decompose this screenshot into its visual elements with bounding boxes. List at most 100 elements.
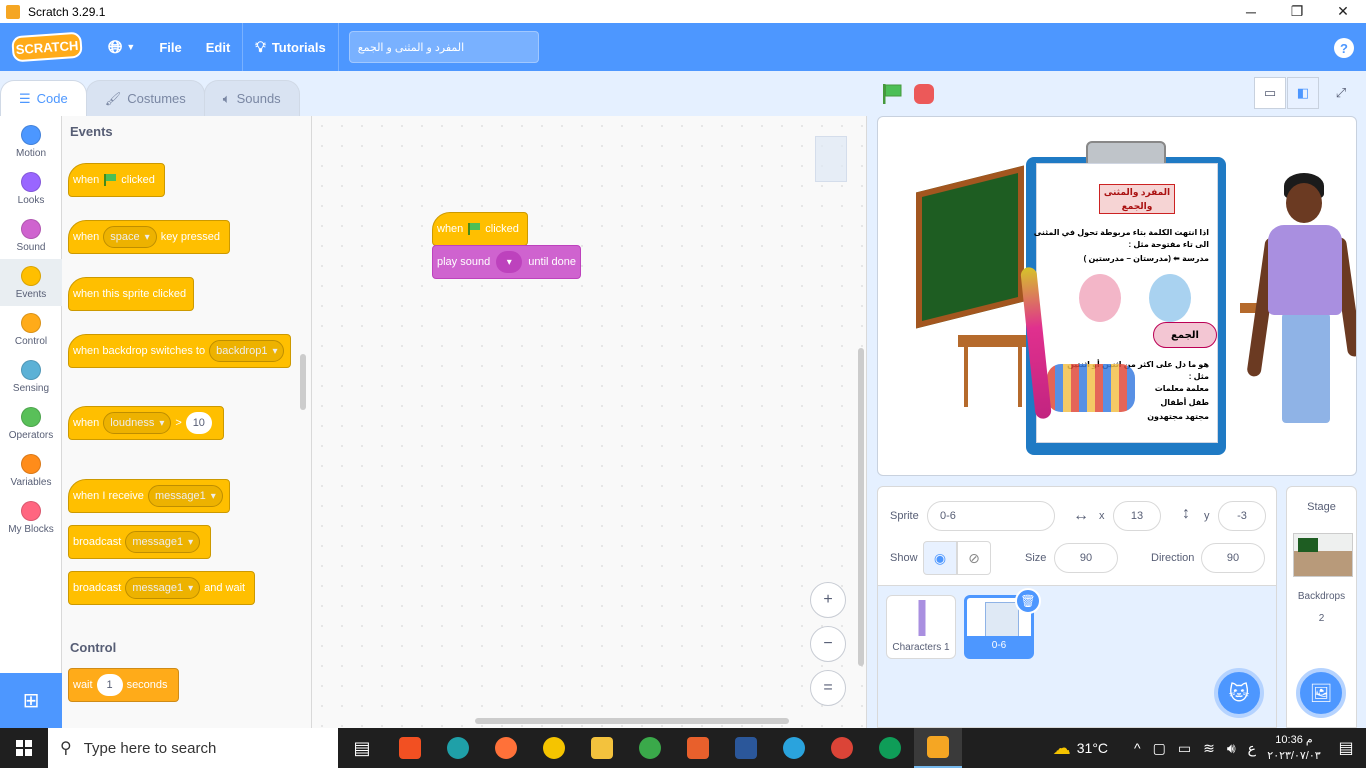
sprite-name-input[interactable]: 0-6 [927, 501, 1055, 531]
telegram-app[interactable] [770, 728, 818, 768]
tab-sounds[interactable]: 🔈︎ Sounds [203, 80, 300, 116]
battery-icon[interactable]: ▭ [1178, 740, 1191, 757]
category-motion[interactable]: Motion [0, 118, 62, 165]
category-sensing[interactable]: Sensing [0, 353, 62, 400]
receive-dropdown[interactable]: message1 [147, 485, 223, 507]
small-stage-button[interactable]: ▭ [1254, 77, 1286, 109]
category-my-blocks[interactable]: My Blocks [0, 494, 62, 541]
vlc-like-app[interactable] [530, 728, 578, 768]
block-when-sprite-clicked[interactable]: when this sprite clicked [68, 277, 194, 311]
scratch-logo[interactable]: SCRATCH [11, 31, 83, 63]
firefox-app[interactable] [482, 728, 530, 768]
task-view-button[interactable]: ▤ [338, 728, 386, 768]
globe-app[interactable] [626, 728, 674, 768]
category-looks[interactable]: Looks [0, 165, 62, 212]
script-vertical-scrollbar[interactable] [858, 348, 864, 666]
normal-stage-icon: ◧ [1296, 85, 1310, 100]
loudness-dropdown[interactable]: loudness [103, 412, 172, 434]
chrome-app[interactable] [818, 728, 866, 768]
palette-scrollbar[interactable] [300, 354, 306, 410]
worksheet-text: طفل أطفال [1160, 398, 1209, 407]
start-button[interactable] [0, 728, 48, 768]
sprite-card-characters-1[interactable]: Characters 1 [886, 595, 956, 659]
broadcast-wait-dropdown[interactable]: message1 [125, 577, 201, 599]
sprite-name: 0-6 [967, 636, 1031, 656]
zoom-reset-button[interactable]: = [810, 670, 846, 706]
maximize-button[interactable]: ❐ [1274, 0, 1320, 23]
script-area[interactable]: when clicked play sound ▾ until done + −… [312, 116, 867, 728]
weather-temp[interactable]: 31°C [1077, 740, 1108, 756]
script-when-flag-clicked[interactable]: when clicked [432, 212, 528, 246]
normal-stage-button[interactable]: ◧ [1287, 77, 1319, 109]
hide-sprite-button[interactable]: ⊘ [957, 541, 991, 575]
word-app[interactable] [722, 728, 770, 768]
block-broadcast[interactable]: broadcast message1 [68, 525, 211, 559]
wait-input[interactable]: 1 [96, 674, 123, 696]
volume-icon[interactable]: 🔊︎ [1227, 740, 1236, 757]
fullscreen-button[interactable]: ⤢ [1325, 77, 1357, 109]
choose-sprite-button[interactable]: 🐱︎ [1214, 668, 1264, 718]
tab-costumes[interactable]: 🖌︎ Costumes [85, 80, 205, 116]
block-wait-seconds[interactable]: wait 1 seconds [68, 668, 179, 702]
clock[interactable]: 10:36 م ٢٠٢٣/٠٧/٠٣ [1262, 732, 1326, 764]
stop-button[interactable] [914, 84, 934, 104]
help-icon[interactable]: ? [1334, 38, 1354, 58]
zoom-in-button[interactable]: + [810, 582, 846, 618]
menu-bar: SCRATCH 🌐︎ ▼ File Edit 💡︎ Tutorials المف… [0, 23, 1366, 71]
block-when-flag-clicked[interactable]: when clicked [68, 163, 165, 197]
block-when-i-receive[interactable]: when I receive message1 [68, 479, 230, 513]
backdrop-thumbnail [1293, 533, 1353, 577]
notifications-icon[interactable]: ▤ [1326, 738, 1366, 758]
direction-input[interactable]: 90 [1201, 543, 1265, 573]
category-events[interactable]: Events [0, 259, 62, 306]
minimize-button[interactable]: ─ [1228, 0, 1274, 23]
script-horizontal-scrollbar[interactable] [475, 718, 789, 724]
script-play-sound-until-done[interactable]: play sound ▾ until done [432, 245, 581, 279]
taskbar-search[interactable]: ⚲ Type here to search [48, 728, 338, 768]
chevron-up-icon[interactable]: ^ [1134, 740, 1141, 756]
file-menu[interactable]: File [147, 23, 193, 71]
block-when-key-pressed[interactable]: when space key pressed [68, 220, 230, 254]
size-input[interactable]: 90 [1054, 543, 1118, 573]
language-menu[interactable]: 🌐︎ ▼ [96, 23, 147, 71]
tab-code[interactable]: ☰ Code [0, 80, 87, 116]
category-operators[interactable]: Operators [0, 400, 62, 447]
close-button[interactable]: ✕ [1320, 0, 1366, 23]
block-when-loudness[interactable]: when loudness > 10 [68, 406, 224, 440]
sound-dropdown[interactable]: ▾ [496, 251, 523, 273]
chrome-app-2[interactable] [866, 728, 914, 768]
key-dropdown[interactable]: space [103, 226, 157, 248]
tutorials-menu[interactable]: 💡︎ Tutorials [243, 23, 337, 71]
y-input[interactable]: -3 [1218, 501, 1266, 531]
green-flag-button[interactable] [880, 82, 904, 106]
block-when-backdrop-switches[interactable]: when backdrop switches to backdrop1 [68, 334, 291, 368]
category-control[interactable]: Control [0, 306, 62, 353]
sprite-list: Characters 1 0-6 [877, 586, 1277, 728]
delete-sprite-button[interactable]: 🗑︎ [1015, 588, 1041, 614]
edge-app[interactable] [434, 728, 482, 768]
desk-image [958, 335, 1028, 347]
store-app[interactable] [386, 728, 434, 768]
add-extension-button[interactable]: ⊞ [0, 673, 62, 728]
block-broadcast-and-wait[interactable]: broadcast message1 and wait [68, 571, 255, 605]
category-sound[interactable]: Sound [0, 212, 62, 259]
project-title-input[interactable]: المفرد و المثنى و الجمع [348, 31, 539, 63]
input-language[interactable]: ع [1248, 740, 1256, 757]
device-icon[interactable]: ▢ [1153, 740, 1166, 757]
zoom-out-button[interactable]: − [810, 626, 846, 662]
x-input[interactable]: 13 [1113, 501, 1161, 531]
scratch-app[interactable] [914, 728, 962, 768]
stage-canvas[interactable]: المفرد والمثنى والجمع اذا انتهت الكلمة ب… [877, 116, 1357, 476]
block-text: clicked [121, 174, 155, 186]
broadcast-dropdown[interactable]: message1 [125, 531, 201, 553]
loudness-input[interactable]: 10 [185, 412, 212, 434]
edit-menu[interactable]: Edit [194, 23, 243, 71]
show-sprite-button[interactable]: ◉ [923, 541, 957, 575]
category-variables[interactable]: Variables [0, 447, 62, 494]
tab-costumes-label: Costumes [127, 91, 186, 106]
wifi-icon[interactable]: ≋ [1203, 740, 1215, 757]
pdf-app[interactable] [674, 728, 722, 768]
file-explorer-app[interactable] [578, 728, 626, 768]
backdrop-dropdown[interactable]: backdrop1 [209, 340, 285, 362]
choose-backdrop-button[interactable]: 🖼︎ [1296, 668, 1346, 718]
